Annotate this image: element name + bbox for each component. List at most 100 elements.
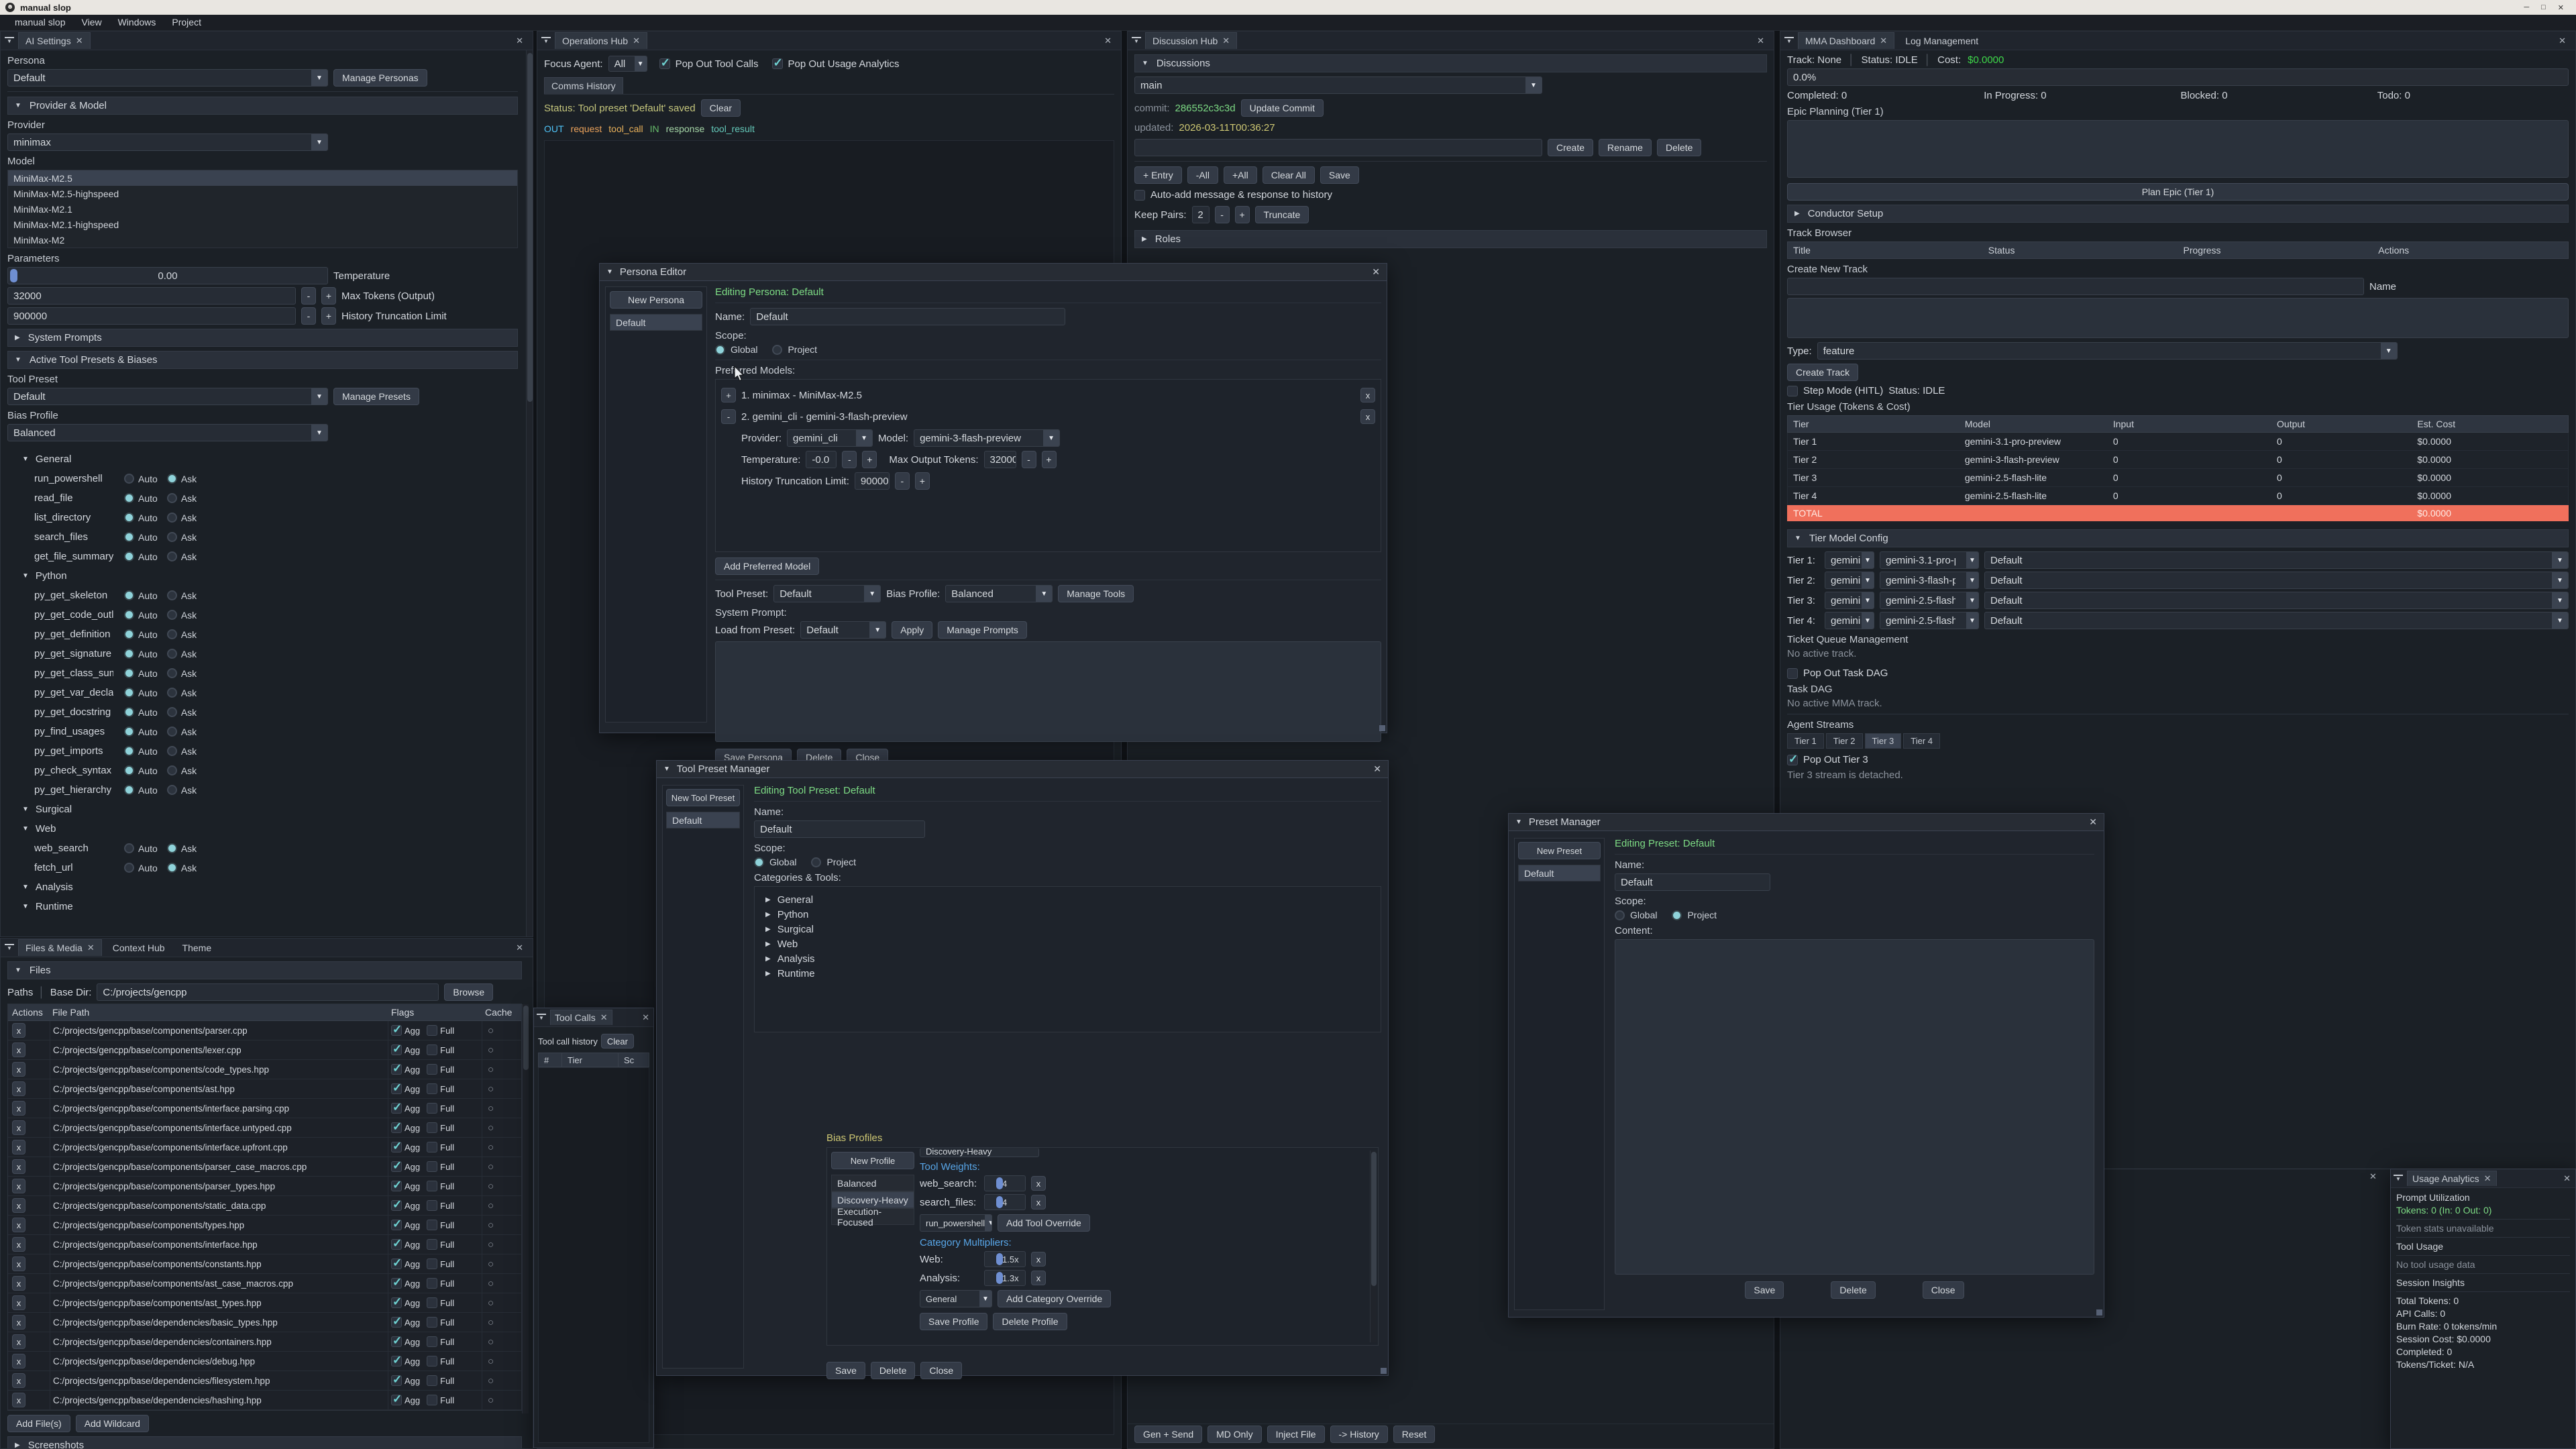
tool-group-header[interactable]: ▼Analysis xyxy=(7,881,73,893)
tier-provider-dropdown[interactable]: gemini▼ xyxy=(1825,572,1874,589)
ask-radio[interactable] xyxy=(167,668,177,678)
auto-radio[interactable] xyxy=(124,863,134,873)
apply-button[interactable]: Apply xyxy=(892,621,932,639)
move-up-button[interactable]: + xyxy=(721,388,736,402)
collapse-icon[interactable]: ▼ xyxy=(606,268,613,276)
tier-provider-dropdown[interactable]: gemini▼ xyxy=(1825,612,1874,629)
tab-close-icon[interactable]: ✕ xyxy=(2484,1173,2491,1184)
agg-checkbox[interactable] xyxy=(391,1297,402,1308)
auto-radio[interactable] xyxy=(124,746,134,756)
increment-button[interactable]: + xyxy=(321,307,336,325)
tab-close-icon[interactable]: ✕ xyxy=(76,36,83,46)
scrollbar[interactable] xyxy=(522,1004,529,1413)
agg-checkbox[interactable] xyxy=(391,1258,402,1269)
remove-file-button[interactable]: x xyxy=(12,1179,25,1193)
ask-radio[interactable] xyxy=(167,649,177,659)
agg-checkbox[interactable] xyxy=(391,1181,402,1191)
keep-pairs-input[interactable]: 2 xyxy=(1192,206,1210,223)
web-multiplier-slider[interactable]: 1.5x xyxy=(984,1251,1026,1267)
full-checkbox[interactable] xyxy=(427,1356,437,1366)
save-profile-button[interactable]: Save Profile xyxy=(920,1313,987,1330)
agg-checkbox[interactable] xyxy=(391,1064,402,1075)
ask-radio[interactable] xyxy=(167,629,177,639)
increment-button[interactable]: + xyxy=(915,472,930,490)
tab-discussion-hub[interactable]: Discussion Hub✕ xyxy=(1145,32,1237,49)
max-output-tokens-input[interactable]: 32000 xyxy=(984,451,1016,468)
popout-tier3-checkbox[interactable] xyxy=(1787,755,1798,765)
full-checkbox[interactable] xyxy=(427,1083,437,1094)
model-list-item[interactable]: MiniMax-M2.1 xyxy=(8,201,517,217)
history-entry-button[interactable]: Clear All xyxy=(1263,166,1315,184)
ask-radio[interactable] xyxy=(167,474,177,484)
dock-icon[interactable]: ▼ xyxy=(1132,37,1141,45)
full-checkbox[interactable] xyxy=(427,1375,437,1386)
decrement-button[interactable]: - xyxy=(1022,451,1036,468)
full-checkbox[interactable] xyxy=(427,1142,437,1152)
panel-close-icon[interactable]: ✕ xyxy=(511,36,529,46)
full-checkbox[interactable] xyxy=(427,1200,437,1211)
resize-grip[interactable] xyxy=(1379,725,1385,731)
delete-button[interactable]: Delete xyxy=(1831,1281,1875,1299)
remove-override-button[interactable]: x xyxy=(1031,1195,1046,1210)
new-profile-button[interactable]: New Profile xyxy=(831,1152,914,1169)
maximize-icon[interactable]: □ xyxy=(2541,3,2546,12)
ask-radio[interactable] xyxy=(167,493,177,503)
temperature-slider[interactable]: 0.00 xyxy=(7,267,328,284)
panel-close-icon[interactable]: ✕ xyxy=(511,943,529,953)
full-checkbox[interactable] xyxy=(427,1103,437,1114)
new-preset-button[interactable]: New Preset xyxy=(1518,842,1601,859)
add-category-override-button[interactable]: Add Category Override xyxy=(998,1290,1111,1307)
popout-toolcalls-checkbox[interactable] xyxy=(659,58,670,69)
auto-radio[interactable] xyxy=(124,493,134,503)
compose-action-button[interactable]: -> History xyxy=(1330,1426,1388,1443)
full-checkbox[interactable] xyxy=(427,1025,437,1036)
tier-model-dropdown[interactable]: gemini-3-flash-preview▼ xyxy=(1880,572,1979,589)
discussion-dropdown[interactable]: main▼ xyxy=(1134,76,1542,94)
dock-icon[interactable]: ▼ xyxy=(537,1014,546,1022)
save-button[interactable]: Save xyxy=(1745,1281,1784,1299)
tool-group-header[interactable]: ▼Python xyxy=(7,570,67,582)
auto-radio[interactable] xyxy=(124,688,134,698)
provider-model-header[interactable]: ▼Provider & Model xyxy=(7,97,518,115)
remove-override-button[interactable]: x xyxy=(1031,1252,1046,1267)
auto-radio[interactable] xyxy=(124,629,134,639)
autoadd-checkbox[interactable] xyxy=(1134,190,1145,201)
move-down-button[interactable]: - xyxy=(721,409,736,424)
agg-checkbox[interactable] xyxy=(391,1083,402,1094)
increment-button[interactable]: + xyxy=(862,451,877,468)
tab-close-icon[interactable]: ✕ xyxy=(600,1012,608,1023)
manage-prompts-button[interactable]: Manage Prompts xyxy=(938,621,1027,639)
tab-close-icon[interactable]: ✕ xyxy=(87,943,95,953)
category-item[interactable]: ▶Surgical xyxy=(757,922,1378,936)
increment-button[interactable]: + xyxy=(1042,451,1057,468)
tier-model-config-header[interactable]: ▼Tier Model Config xyxy=(1787,529,2569,547)
max-tokens-input[interactable]: 32000 xyxy=(7,287,296,305)
remove-file-button[interactable]: x xyxy=(12,1373,25,1388)
scrollbar[interactable] xyxy=(1370,1150,1377,1342)
increment-button[interactable]: + xyxy=(321,287,336,305)
add-wildcard-button[interactable]: Add Wildcard xyxy=(76,1415,149,1432)
compose-action-button[interactable]: Gen + Send xyxy=(1134,1426,1202,1443)
history-entry-button[interactable]: +All xyxy=(1224,166,1257,184)
history-entry-button[interactable]: + Entry xyxy=(1134,166,1182,184)
bias-profile-item[interactable]: Execution-Focused xyxy=(831,1208,914,1225)
agg-checkbox[interactable] xyxy=(391,1161,402,1172)
compose-action-button[interactable]: MD Only xyxy=(1208,1426,1261,1443)
ask-radio[interactable] xyxy=(167,532,177,542)
delete-button[interactable]: Delete xyxy=(871,1362,915,1379)
conductor-setup-header[interactable]: ▶Conductor Setup xyxy=(1787,205,2569,223)
system-prompts-header[interactable]: ▶System Prompts xyxy=(7,329,518,347)
provider-dropdown[interactable]: gemini_cli▼ xyxy=(787,429,873,447)
focus-agent-dropdown[interactable]: All▼ xyxy=(608,56,647,72)
remove-file-button[interactable]: x xyxy=(12,1062,25,1077)
minimize-icon[interactable]: ─ xyxy=(2524,3,2529,12)
agg-checkbox[interactable] xyxy=(391,1278,402,1289)
model-list-item[interactable]: MiniMax-M2.5 xyxy=(8,170,517,186)
add-tool-override-button[interactable]: Add Tool Override xyxy=(998,1214,1090,1232)
ask-radio[interactable] xyxy=(167,610,177,620)
history-entry-button[interactable]: Save xyxy=(1320,166,1359,184)
full-checkbox[interactable] xyxy=(427,1161,437,1172)
tier-provider-dropdown[interactable]: gemini▼ xyxy=(1825,551,1874,569)
search-files-weight-slider[interactable]: 4 xyxy=(984,1194,1026,1210)
tool-preset-list-item[interactable]: Default xyxy=(666,812,740,828)
